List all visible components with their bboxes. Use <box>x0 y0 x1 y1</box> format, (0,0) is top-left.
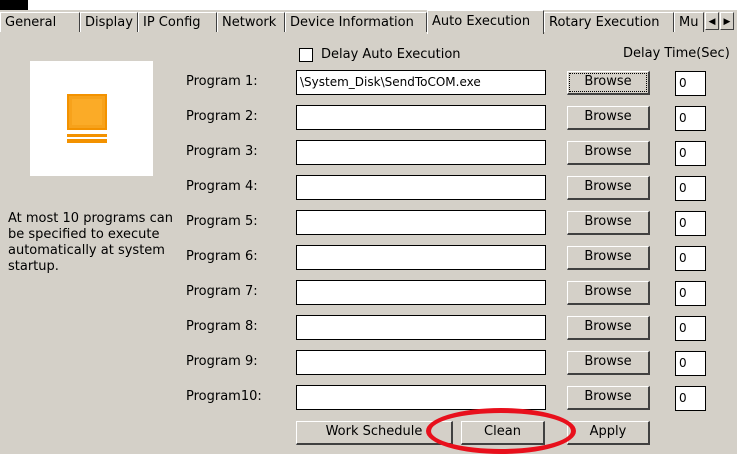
program-10-label: Program10: <box>186 389 262 404</box>
program-10-delay-input[interactable]: 0 <box>675 386 706 411</box>
auto-execution-illustration <box>30 61 153 176</box>
program-10-browse-button[interactable]: Browse <box>567 386 650 410</box>
program-5-browse-button[interactable]: Browse <box>567 211 650 235</box>
program-6-label: Program 6: <box>186 249 258 264</box>
program-9-browse-button[interactable]: Browse <box>567 351 650 375</box>
chevron-right-icon: ▶ <box>723 17 731 27</box>
tab-general[interactable]: General <box>0 12 80 32</box>
tab-rotary-execution[interactable]: Rotary Execution <box>544 12 674 32</box>
program-2-browse-button[interactable]: Browse <box>567 106 650 130</box>
tab-strip: General Display IP Config Network Device… <box>0 10 737 34</box>
program-8-browse-button[interactable]: Browse <box>567 316 650 340</box>
tab-display[interactable]: Display <box>80 12 138 32</box>
computer-monitor-icon <box>67 94 107 143</box>
tab-network[interactable]: Network <box>217 12 285 32</box>
program-3-delay-input[interactable]: 0 <box>675 141 706 166</box>
program-1-delay-input[interactable]: 0 <box>675 71 706 96</box>
program-3-path-input[interactable] <box>296 140 546 165</box>
program-3-label: Program 3: <box>186 144 258 159</box>
top-strip <box>0 0 737 10</box>
tab-device-information[interactable]: Device Information <box>285 12 427 32</box>
program-4-delay-input[interactable]: 0 <box>675 176 706 201</box>
program-7-path-input[interactable] <box>296 280 546 305</box>
apply-button[interactable]: Apply <box>567 421 650 445</box>
program-9-label: Program 9: <box>186 354 258 369</box>
program-4-label: Program 4: <box>186 179 258 194</box>
program-7-delay-input[interactable]: 0 <box>675 281 706 306</box>
program-4-path-input[interactable] <box>296 175 546 200</box>
program-1-path-input[interactable]: \System_Disk\SendToCOM.exe <box>296 70 546 95</box>
program-4-browse-button[interactable]: Browse <box>567 176 650 200</box>
delay-auto-execution-checkbox[interactable] <box>299 48 313 62</box>
chevron-left-icon: ◀ <box>708 17 716 27</box>
top-notch <box>0 0 28 10</box>
program-6-delay-input[interactable]: 0 <box>675 246 706 271</box>
program-7-browse-button[interactable]: Browse <box>567 281 650 305</box>
tab-auto-execution[interactable]: Auto Execution <box>427 10 544 34</box>
program-5-label: Program 5: <box>186 214 258 229</box>
program-3-browse-button[interactable]: Browse <box>567 141 650 165</box>
program-2-label: Program 2: <box>186 109 258 124</box>
tab-scroll-left[interactable]: ◀ <box>705 12 719 30</box>
program-9-delay-input[interactable]: 0 <box>675 351 706 376</box>
tab-scroll-right[interactable]: ▶ <box>720 12 734 30</box>
program-5-delay-input[interactable]: 0 <box>675 211 706 236</box>
program-8-path-input[interactable] <box>296 315 546 340</box>
program-2-path-input[interactable] <box>296 105 546 130</box>
work-schedule-button[interactable]: Work Schedule <box>296 421 453 445</box>
tab-ip-config[interactable]: IP Config <box>138 12 217 32</box>
program-6-browse-button[interactable]: Browse <box>567 246 650 270</box>
program-7-label: Program 7: <box>186 284 258 299</box>
program-5-path-input[interactable] <box>296 210 546 235</box>
delay-time-header: Delay Time(Sec) <box>623 46 730 61</box>
program-9-path-input[interactable] <box>296 350 546 375</box>
browse-label: Browse <box>568 72 648 93</box>
program-8-label: Program 8: <box>186 319 258 334</box>
delay-auto-execution-label: Delay Auto Execution <box>321 47 461 62</box>
program-2-delay-input[interactable]: 0 <box>675 106 706 131</box>
clean-button[interactable]: Clean <box>461 421 545 445</box>
program-10-path-input[interactable] <box>296 385 546 410</box>
program-6-path-input[interactable] <box>296 245 546 270</box>
tab-more[interactable]: Mu <box>674 12 704 32</box>
program-1-label: Program 1: <box>186 74 258 89</box>
program-1-browse-button[interactable]: Browse <box>567 71 650 95</box>
description-text: At most 10 programs can be specified to … <box>8 211 173 274</box>
program-8-delay-input[interactable]: 0 <box>675 316 706 341</box>
